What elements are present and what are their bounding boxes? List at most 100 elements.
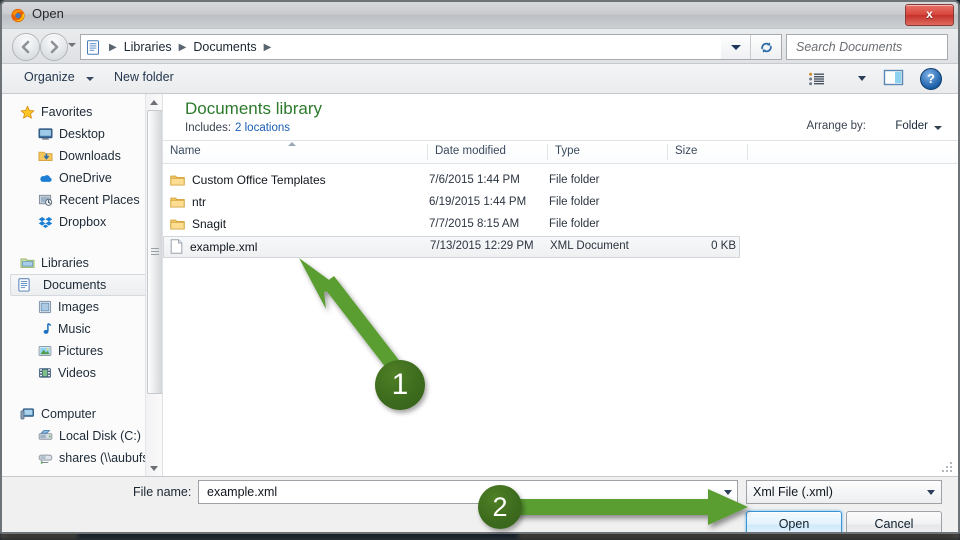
path-dropdown-button[interactable] bbox=[721, 35, 751, 59]
sidebar-item-label: Videos bbox=[58, 366, 96, 380]
sidebar-item-label: OneDrive bbox=[59, 171, 112, 185]
library-document-icon bbox=[87, 39, 99, 55]
view-mode-chevron-icon[interactable] bbox=[858, 76, 866, 81]
file-size-cell: 0 KB bbox=[711, 240, 736, 252]
sidebar-item-label: Music bbox=[58, 322, 91, 336]
file-date-cell: 7/6/2015 1:44 PM bbox=[429, 174, 520, 186]
scroll-up-button[interactable] bbox=[146, 94, 162, 110]
videos-library-icon bbox=[39, 368, 51, 378]
sidebar-item-label: Pictures bbox=[58, 344, 104, 358]
file-name-cell: Custom Office Templates bbox=[170, 173, 326, 187]
resize-grip-icon[interactable] bbox=[942, 462, 954, 474]
sidebar-item-local-disk[interactable]: Local Disk (C:) bbox=[2, 425, 162, 447]
breadcrumb-item-libraries[interactable]: Libraries bbox=[122, 40, 174, 54]
network-drive-icon bbox=[38, 454, 53, 464]
file-name-label: Snagit bbox=[192, 217, 227, 231]
file-type-dropdown-button[interactable] bbox=[921, 489, 941, 495]
chevron-down-icon[interactable] bbox=[934, 126, 942, 130]
column-header-row: Name Date modified Type Size bbox=[163, 140, 958, 164]
back-button[interactable] bbox=[12, 33, 40, 61]
search-input[interactable] bbox=[794, 39, 958, 55]
dialog-content: Favorites Desktop Downloads OneDrive Rec… bbox=[2, 94, 958, 477]
sidebar-item-pictures[interactable]: Pictures bbox=[2, 340, 162, 362]
folder-icon bbox=[170, 219, 185, 230]
file-type-select[interactable]: Xml File (.xml) bbox=[746, 480, 942, 504]
chevron-down-icon[interactable] bbox=[86, 77, 94, 81]
file-name-input[interactable] bbox=[205, 484, 719, 500]
includes-label: Includes: bbox=[185, 122, 232, 134]
sidebar-scrollbar[interactable] bbox=[145, 94, 162, 476]
column-divider[interactable] bbox=[427, 144, 428, 160]
sidebar-item-videos[interactable]: Videos bbox=[2, 362, 162, 384]
table-row-selected[interactable]: example.xml 7/13/2015 12:29 PM XML Docum… bbox=[163, 236, 740, 258]
sidebar-item-documents[interactable]: Documents bbox=[10, 274, 158, 296]
preview-pane-icon bbox=[883, 69, 904, 86]
locations-link[interactable]: 2 locations bbox=[235, 122, 290, 134]
file-name-cell: Snagit bbox=[170, 217, 226, 231]
breadcrumb-separator-2: ▶ bbox=[263, 41, 272, 53]
column-header-name[interactable]: Name bbox=[170, 145, 201, 157]
column-divider[interactable] bbox=[667, 144, 668, 160]
scroll-up-arrow-icon bbox=[150, 99, 158, 105]
history-dropdown-icon[interactable] bbox=[68, 43, 76, 47]
sidebar-item-onedrive[interactable]: OneDrive bbox=[2, 167, 162, 189]
forward-button[interactable] bbox=[40, 33, 68, 61]
file-name-field[interactable] bbox=[198, 480, 738, 504]
hard-disk-icon bbox=[38, 430, 53, 440]
sidebar-item-images[interactable]: Images bbox=[2, 296, 162, 318]
table-row[interactable]: ntr 6/19/2015 1:44 PM File folder bbox=[163, 192, 958, 214]
table-row[interactable]: Custom Office Templates 7/6/2015 1:44 PM… bbox=[163, 170, 958, 192]
sidebar-item-label: Dropbox bbox=[59, 215, 107, 229]
file-date-cell: 7/7/2015 8:15 AM bbox=[429, 218, 520, 230]
arrange-by-value[interactable]: Folder bbox=[895, 120, 928, 132]
sidebar-item-favorites[interactable]: Favorites bbox=[2, 101, 162, 123]
column-header-date[interactable]: Date modified bbox=[435, 145, 506, 157]
table-row[interactable]: Snagit 7/7/2015 8:15 AM File folder bbox=[163, 214, 958, 236]
sidebar-item-desktop[interactable]: Desktop bbox=[2, 123, 162, 145]
column-divider[interactable] bbox=[547, 144, 548, 160]
column-header-type[interactable]: Type bbox=[555, 145, 580, 157]
file-name-dropdown-button[interactable] bbox=[719, 489, 737, 495]
sidebar-item-label: Computer bbox=[41, 407, 96, 421]
help-button[interactable]: ? bbox=[920, 68, 942, 90]
forward-arrow-icon bbox=[50, 40, 59, 54]
sidebar-item-label: Favorites bbox=[41, 105, 93, 119]
file-name-label: Custom Office Templates bbox=[192, 173, 326, 187]
folder-icon bbox=[170, 197, 185, 208]
sidebar-item-libraries[interactable]: Libraries bbox=[2, 252, 162, 274]
chevron-down-icon bbox=[927, 489, 935, 495]
star-icon bbox=[20, 105, 35, 119]
sidebar-item-label: Local Disk (C:) bbox=[59, 429, 141, 443]
search-box[interactable] bbox=[786, 34, 958, 60]
recent-places-icon bbox=[38, 194, 53, 206]
sidebar-item-downloads[interactable]: Downloads bbox=[2, 145, 162, 167]
close-button[interactable]: x bbox=[905, 4, 954, 26]
file-type-value: Xml File (.xml) bbox=[753, 485, 833, 499]
scrollbar-thumb[interactable] bbox=[147, 110, 162, 394]
breadcrumb-separator-1: ▶ bbox=[178, 41, 187, 53]
file-date-cell: 6/19/2015 1:44 PM bbox=[429, 196, 527, 208]
file-type-cell: File folder bbox=[549, 196, 600, 208]
sidebar-item-recent-places[interactable]: Recent Places bbox=[2, 189, 162, 211]
sidebar-item-computer[interactable]: Computer bbox=[2, 403, 162, 425]
preview-pane-button[interactable] bbox=[883, 68, 905, 88]
refresh-button[interactable] bbox=[751, 40, 781, 55]
organize-button[interactable]: Organize bbox=[24, 70, 75, 84]
sidebar-item-music[interactable]: Music bbox=[2, 318, 162, 340]
file-date-cell: 7/13/2015 12:29 PM bbox=[430, 240, 534, 252]
open-button[interactable]: Open bbox=[746, 511, 842, 532]
cancel-button[interactable]: Cancel bbox=[846, 511, 942, 532]
breadcrumb[interactable]: ▶ Libraries ▶ Documents ▶ bbox=[80, 34, 722, 60]
desktop-icon bbox=[38, 128, 53, 140]
library-includes: Includes: 2 locations bbox=[185, 122, 290, 134]
sidebar-item-network-share[interactable]: shares (\\aubufsv bbox=[2, 447, 162, 469]
images-library-icon bbox=[38, 300, 52, 314]
view-mode-button[interactable] bbox=[808, 68, 852, 89]
sidebar-item-dropbox[interactable]: Dropbox bbox=[2, 211, 162, 233]
column-header-size[interactable]: Size bbox=[675, 145, 697, 157]
new-folder-button[interactable]: New folder bbox=[114, 70, 174, 84]
scroll-down-button[interactable] bbox=[146, 460, 162, 476]
file-type-cell: XML Document bbox=[550, 240, 629, 252]
column-divider[interactable] bbox=[747, 144, 748, 160]
breadcrumb-item-documents[interactable]: Documents bbox=[191, 40, 258, 54]
